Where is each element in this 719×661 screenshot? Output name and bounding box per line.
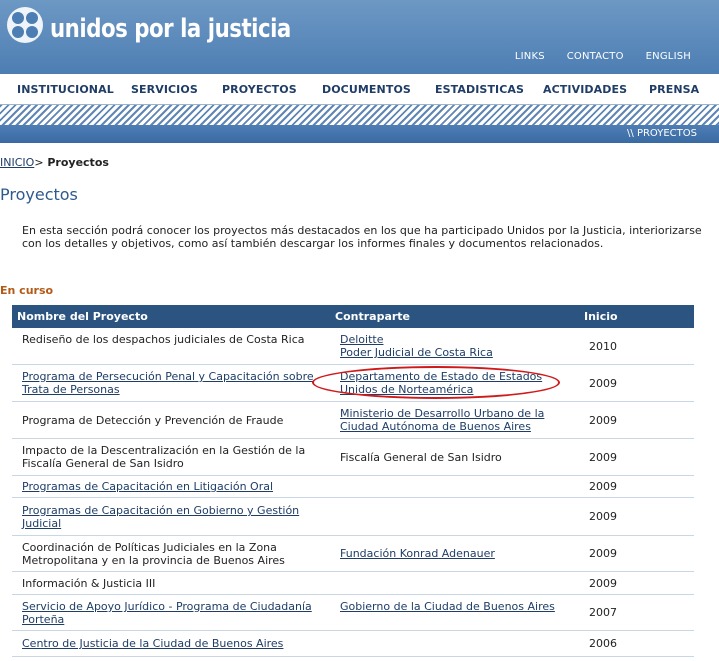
table-header: Nombre del Proyecto Contraparte Inicio bbox=[12, 305, 694, 328]
start-year: 2007 bbox=[589, 606, 617, 619]
site-header: unidos por la justicia LINKS CONTACTO EN… bbox=[0, 0, 719, 74]
project-name[interactable]: Programa de Persecución Penal y Capacita… bbox=[22, 370, 322, 396]
decorative-band bbox=[0, 105, 719, 125]
nav-servicios[interactable]: SERVICIOS bbox=[131, 83, 198, 96]
table-row: Servicio de Apoyo Jurídico - Programa de… bbox=[12, 595, 694, 631]
breadcrumb-current: Proyectos bbox=[43, 156, 109, 169]
breadcrumb-home-link[interactable]: INICIO bbox=[0, 156, 34, 169]
main-nav: INSTITUCIONAL SERVICIOS PROYECTOS DOCUME… bbox=[0, 74, 719, 105]
nav-estadisticas[interactable]: ESTADISTICAS bbox=[435, 83, 524, 96]
header-nombre: Nombre del Proyecto bbox=[17, 310, 148, 323]
red-annotation-circle bbox=[312, 366, 560, 399]
partner-cell: Ministerio de Desarrollo Urbano de la Ci… bbox=[340, 407, 570, 433]
intro-text: En esta sección podrá conocer los proyec… bbox=[22, 224, 702, 250]
table-row: Coordinación de Políticas Judiciales en … bbox=[12, 536, 694, 572]
projects-table: Nombre del Proyecto Contraparte Inicio R… bbox=[12, 305, 694, 657]
top-link-english[interactable]: ENGLISH bbox=[646, 51, 691, 62]
header-contraparte: Contraparte bbox=[335, 310, 411, 323]
partner-cell: Deloitte Poder Judicial de Costa Rica bbox=[340, 333, 570, 359]
start-year: 2009 bbox=[589, 480, 617, 493]
page-title: Proyectos bbox=[0, 185, 78, 204]
partner-name: Fiscalía General de San Isidro bbox=[340, 451, 502, 464]
partner-cell: Gobierno de la Ciudad de Buenos Aires bbox=[340, 600, 570, 613]
section-label: \\ PROYECTOS bbox=[627, 128, 697, 139]
start-year: 2009 bbox=[589, 377, 617, 390]
table-row: Centro de Justicia de la Ciudad de Bueno… bbox=[12, 631, 694, 657]
top-link-contacto[interactable]: CONTACTO bbox=[567, 51, 624, 62]
partner-name[interactable]: Fundación Konrad Adenauer bbox=[340, 547, 570, 560]
header-inicio: Inicio bbox=[584, 310, 618, 323]
project-name[interactable]: Programas de Capacitación en Gobierno y … bbox=[22, 504, 322, 530]
project-name[interactable]: Programas de Capacitación en Litigación … bbox=[22, 480, 322, 493]
logo-icon[interactable] bbox=[4, 4, 46, 46]
nav-prensa[interactable]: PRENSA bbox=[649, 83, 699, 96]
partner-cell: Fiscalía General de San Isidro bbox=[340, 451, 570, 464]
start-year: 2009 bbox=[589, 547, 617, 560]
logo-text[interactable]: unidos por la justicia bbox=[50, 14, 291, 44]
project-name: Programa de Detección y Prevención de Fr… bbox=[22, 414, 284, 427]
partner-name[interactable]: Gobierno de la Ciudad de Buenos Aires bbox=[340, 600, 570, 613]
project-name: Información & Justicia III bbox=[22, 577, 156, 590]
table-row: Rediseño de los despachos judiciales de … bbox=[12, 328, 694, 365]
section-bar: \\ PROYECTOS bbox=[0, 125, 719, 143]
nav-institucional[interactable]: INSTITUCIONAL bbox=[17, 83, 114, 96]
partner-name[interactable]: Ministerio de Desarrollo Urbano de la Ci… bbox=[340, 407, 570, 433]
table-row: Programas de Capacitación en Gobierno y … bbox=[12, 498, 694, 536]
project-name: Coordinación de Políticas Judiciales en … bbox=[22, 541, 285, 567]
project-name: Impacto de la Descentralización en la Ge… bbox=[22, 444, 306, 470]
start-year: 2009 bbox=[589, 414, 617, 427]
table-row: Programa de Detección y Prevención de Fr… bbox=[12, 402, 694, 439]
project-name[interactable]: Servicio de Apoyo Jurídico - Programa de… bbox=[22, 600, 322, 626]
start-year: 2010 bbox=[589, 340, 617, 353]
project-name: Rediseño de los despachos judiciales de … bbox=[22, 333, 305, 346]
nav-actividades[interactable]: ACTIVIDADES bbox=[543, 83, 627, 96]
breadcrumb: INICIO> Proyectos bbox=[0, 156, 109, 169]
start-year: 2009 bbox=[589, 577, 617, 590]
table-row: Impacto de la Descentralización en la Ge… bbox=[12, 439, 694, 476]
top-links: LINKS CONTACTO ENGLISH bbox=[515, 51, 691, 62]
nav-proyectos[interactable]: PROYECTOS bbox=[222, 83, 297, 96]
start-year: 2009 bbox=[589, 451, 617, 464]
table-row: Programas de Capacitación en Litigación … bbox=[12, 476, 694, 498]
partner-cell: Fundación Konrad Adenauer bbox=[340, 547, 570, 560]
breadcrumb-separator: > bbox=[34, 156, 44, 169]
nav-documentos[interactable]: DOCUMENTOS bbox=[322, 83, 411, 96]
project-name[interactable]: Centro de Justicia de la Ciudad de Bueno… bbox=[22, 637, 322, 650]
start-year: 2009 bbox=[589, 510, 617, 523]
partner-name[interactable]: Deloitte bbox=[340, 333, 570, 346]
partner-name[interactable]: Poder Judicial de Costa Rica bbox=[340, 346, 570, 359]
status-heading: En curso bbox=[0, 284, 54, 297]
top-link-links[interactable]: LINKS bbox=[515, 51, 545, 62]
table-row: Información & Justicia III 2009 bbox=[12, 572, 694, 595]
start-year: 2006 bbox=[589, 637, 617, 650]
